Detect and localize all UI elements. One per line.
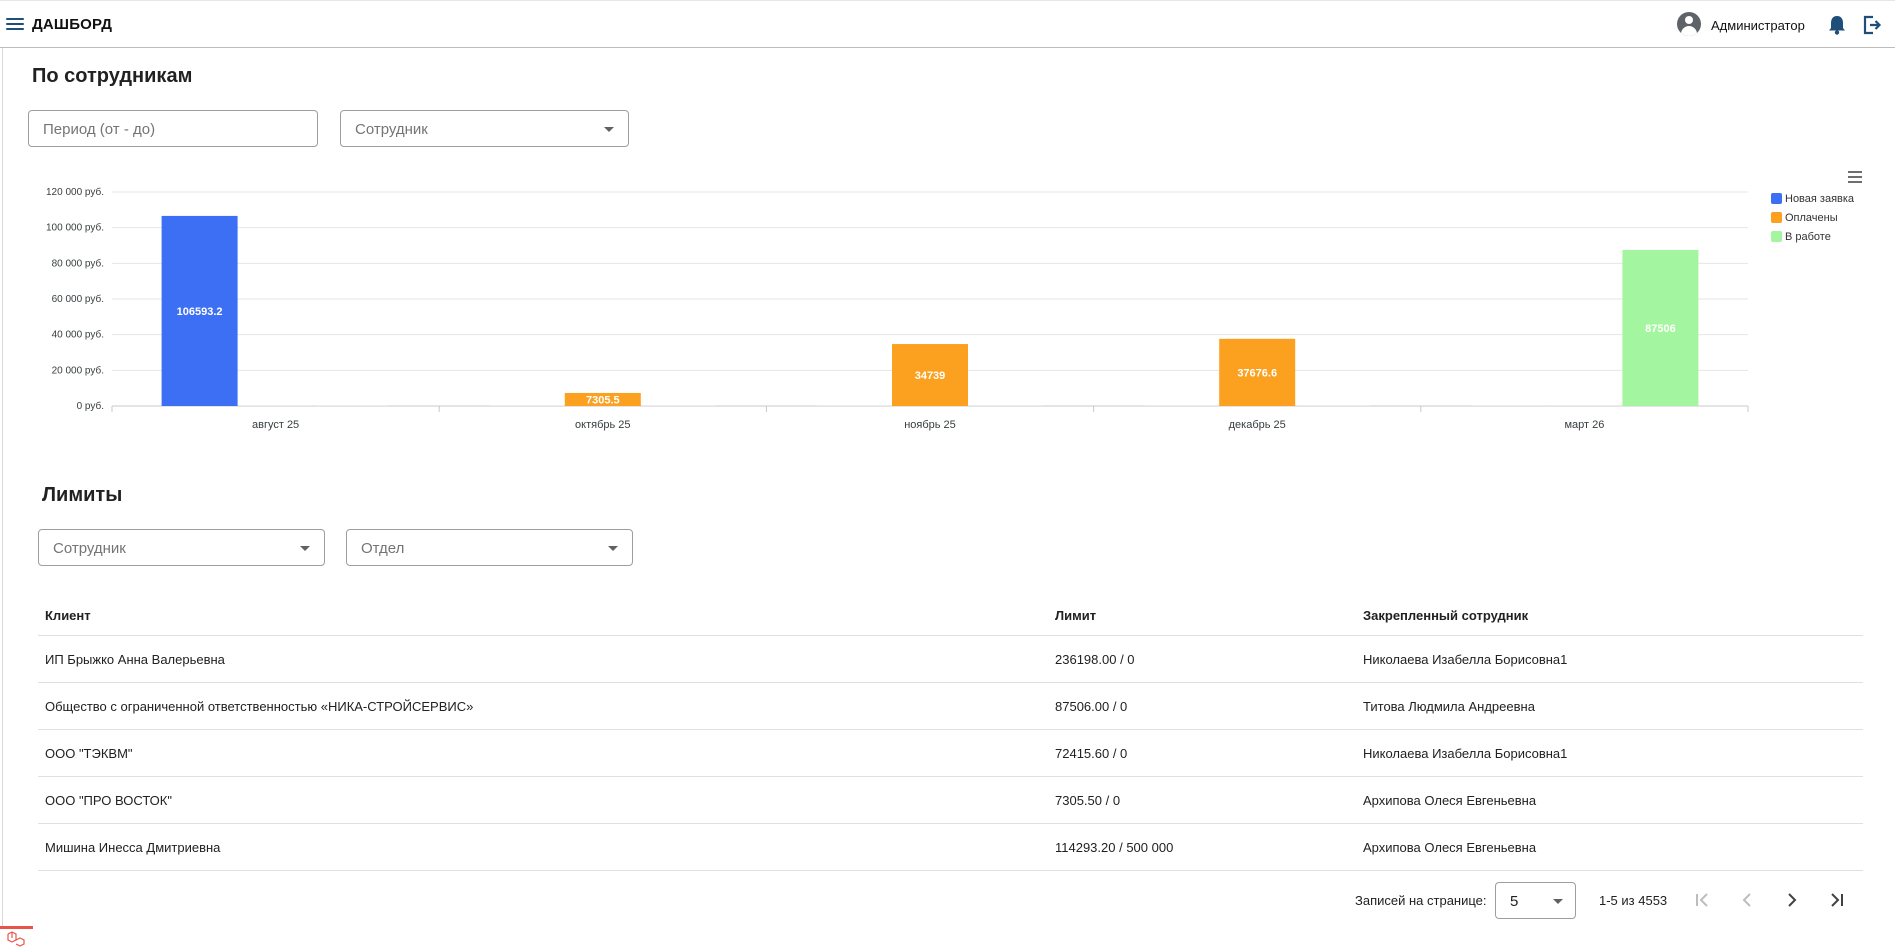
bar-data-label: 106593.2 (177, 306, 223, 318)
employees-section-title: По сотрудникам (32, 65, 193, 87)
client-cell: ООО "ТЭКВМ" (45, 746, 133, 761)
legend-swatch (1771, 212, 1782, 223)
limit-cell: 236198.00 / 0 (1055, 652, 1135, 667)
table-row[interactable]: ООО "ПРО ВОСТОК" 7305.50 / 0 Архипова Ол… (38, 777, 1863, 824)
y-tick-label: 80 000 руб. (52, 257, 104, 269)
chevron-down-icon (608, 546, 618, 551)
employee-cell: Архипова Олеся Евгеньевна (1363, 840, 1537, 855)
x-tick-label: декабрь 25 (1229, 419, 1286, 431)
period-placeholder: Период (от - до) (43, 121, 156, 138)
legend-label: В работе (1785, 230, 1831, 243)
limits-employee-placeholder: Сотрудник (53, 540, 126, 557)
bar-data-label: 37676.6 (1237, 367, 1277, 379)
chevron-left-icon[interactable] (1733, 886, 1761, 914)
table-row[interactable]: Мишина Инесса Дмитриевна 114293.20 / 500… (38, 824, 1863, 871)
department-select[interactable]: Отдел (346, 529, 633, 566)
bell-icon[interactable] (1827, 14, 1847, 36)
x-tick-label: март 26 (1564, 419, 1604, 431)
y-tick-label: 40 000 руб. (52, 329, 104, 341)
client-cell: ООО "ПРО ВОСТОК" (45, 793, 172, 808)
chevron-down-icon (604, 127, 614, 132)
table-row[interactable]: ООО "ТЭКВМ" 72415.60 / 0 Николаева Изабе… (38, 730, 1863, 777)
limits-employee-select[interactable]: Сотрудник (38, 529, 325, 566)
laravel-logo-icon (0, 926, 33, 949)
table-row[interactable]: ИП Брыжко Анна Валерьевна 236198.00 / 0 … (38, 636, 1863, 683)
department-placeholder: Отдел (361, 540, 405, 557)
legend-item[interactable]: В работе (1771, 227, 1854, 246)
column-header-assigned-employee[interactable]: Закрепленный сотрудник (1363, 608, 1528, 623)
column-header-client[interactable]: Клиент (45, 608, 91, 623)
limits-section-title: Лимиты (42, 484, 123, 506)
column-header-limit[interactable]: Лимит (1055, 608, 1096, 623)
y-tick-label: 120 000 руб. (46, 186, 104, 198)
legend-label: Новая заявка (1785, 192, 1855, 205)
legend-swatch (1771, 193, 1782, 204)
x-tick-label: октябрь 25 (575, 419, 631, 431)
y-tick-label: 100 000 руб. (46, 222, 104, 234)
legend-item[interactable]: Новая заявка (1771, 189, 1854, 208)
left-divider (2, 48, 3, 928)
rows-per-page-value: 5 (1510, 893, 1519, 910)
user-name[interactable]: Администратор (1711, 18, 1805, 33)
client-cell: Мишина Инесса Дмитриевна (45, 840, 221, 855)
employee-cell: Титова Людмила Андреевна (1363, 699, 1535, 714)
limit-cell: 114293.20 / 500 000 (1055, 840, 1174, 855)
bar-data-label: 87506 (1645, 323, 1676, 335)
client-cell: Общество с ограниченной ответственностью… (45, 699, 474, 714)
account-circle-icon[interactable] (1677, 12, 1701, 36)
legend-item[interactable]: Оплачены (1771, 208, 1854, 227)
rows-per-page-select[interactable]: 5 (1495, 882, 1576, 919)
rows-per-page-label: Записей на странице: (1355, 893, 1487, 908)
employee-cell: Николаева Изабелла Борисовна1 (1363, 746, 1568, 761)
legend-swatch (1771, 231, 1782, 242)
logout-icon[interactable] (1862, 14, 1882, 36)
limit-cell: 72415.60 / 0 (1055, 746, 1128, 761)
pagination-range: 1-5 из 4553 (1599, 893, 1668, 908)
app-title: ДАШБОРД (32, 16, 113, 33)
menu-icon[interactable] (6, 15, 24, 33)
last-page-icon[interactable] (1823, 886, 1851, 914)
y-tick-label: 20 000 руб. (52, 364, 104, 376)
limits-table-header: Клиент Лимит Закрепленный сотрудник (38, 593, 1863, 636)
employee-placeholder: Сотрудник (355, 121, 428, 138)
x-tick-label: август 25 (252, 419, 299, 431)
chevron-down-icon (1553, 899, 1563, 904)
top-app-bar: ДАШБОРД Администратор (0, 0, 1895, 48)
employee-cell: Николаева Изабелла Борисовна1 (1363, 652, 1568, 667)
bar-data-label: 7305.5 (586, 394, 620, 406)
bar-data-label: 34739 (915, 370, 946, 382)
x-tick-label: ноябрь 25 (904, 419, 956, 431)
chart-legend: Новая заявка Оплачены В работе (1771, 189, 1854, 246)
chevron-down-icon (300, 546, 310, 551)
table-row[interactable]: Общество с ограниченной ответственностью… (38, 683, 1863, 730)
y-tick-label: 60 000 руб. (52, 293, 104, 305)
limit-cell: 7305.50 / 0 (1055, 793, 1121, 808)
first-page-icon[interactable] (1688, 886, 1716, 914)
employee-select[interactable]: Сотрудник (340, 110, 629, 147)
client-cell: ИП Брыжко Анна Валерьевна (45, 652, 225, 667)
legend-label: Оплачены (1785, 211, 1838, 224)
employee-cell: Архипова Олеся Евгеньевна (1363, 793, 1537, 808)
chevron-right-icon[interactable] (1778, 886, 1806, 914)
limit-cell: 87506.00 / 0 (1055, 699, 1128, 714)
chart-menu-icon[interactable] (1848, 171, 1862, 183)
y-tick-label: 0 руб. (77, 400, 104, 412)
employees-bar-chart: 0 руб. 20 000 руб. 40 000 руб. 60 000 руб. 8… (46, 186, 1749, 431)
period-input[interactable]: Период (от - до) (28, 110, 318, 147)
